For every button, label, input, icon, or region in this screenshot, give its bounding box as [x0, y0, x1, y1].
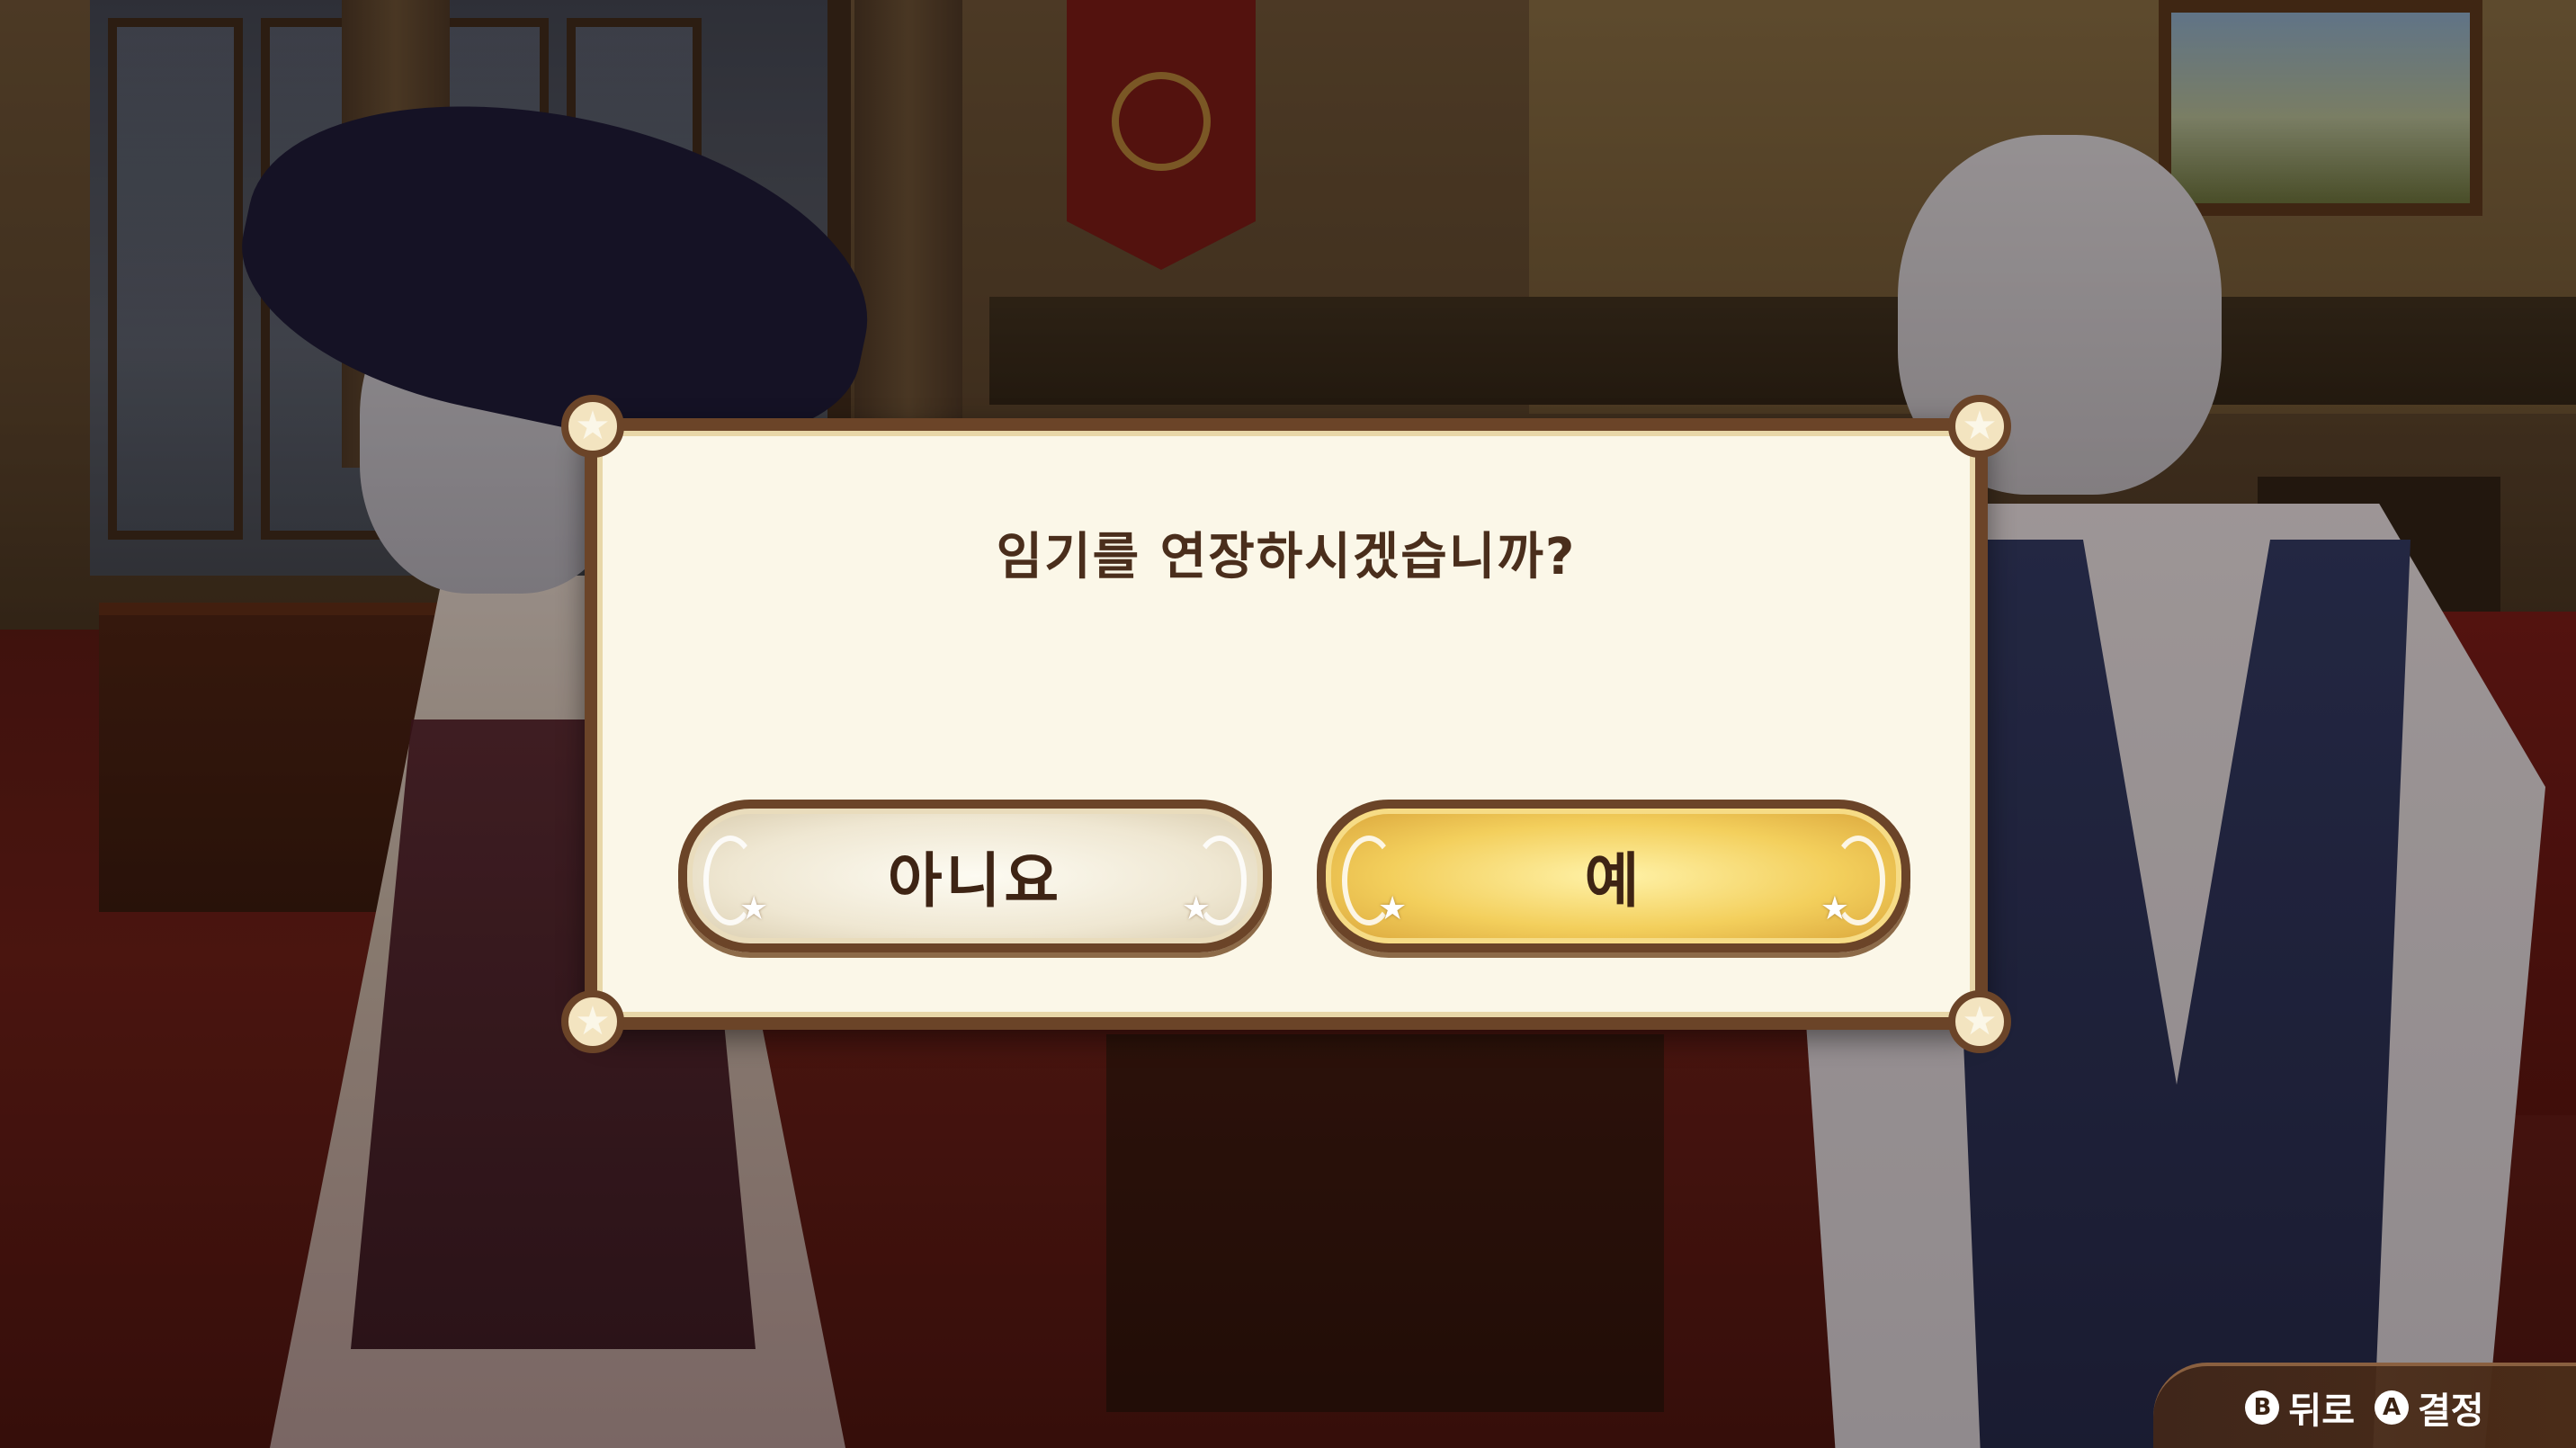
game-screen: ★ ★ ★ ★ 임기를 연장하시겠습니까? ★ ★ 아니요 ★ ★ 예 B 뒤로…: [0, 0, 2576, 1448]
dialog-question: 임기를 연장하시겠습니까?: [996, 528, 1577, 586]
confirm-hint[interactable]: A 결정: [2375, 1381, 2484, 1434]
star-icon: ★: [739, 890, 769, 927]
star-icon: ★: [1948, 990, 2011, 1053]
b-button-icon: B: [2245, 1390, 2280, 1425]
confirm-label: 결정: [2418, 1390, 2484, 1432]
star-icon: ★: [561, 395, 624, 458]
no-button[interactable]: ★ ★ 아니요: [678, 800, 1272, 952]
yes-button-label: 예: [1584, 846, 1643, 916]
star-icon: ★: [561, 990, 624, 1053]
star-icon: ★: [1948, 395, 2011, 458]
yes-button[interactable]: ★ ★ 예: [1317, 800, 1910, 952]
a-button-icon: A: [2375, 1390, 2409, 1425]
back-label: 뒤로: [2288, 1390, 2355, 1432]
control-hints: B 뒤로 A 결정: [2153, 1363, 2576, 1448]
confirm-dialog: ★ ★ ★ ★ 임기를 연장하시겠습니까? ★ ★ 아니요 ★ ★ 예: [561, 395, 2011, 1053]
star-icon: ★: [1820, 890, 1849, 927]
back-hint[interactable]: B 뒤로: [2245, 1381, 2355, 1434]
star-icon: ★: [1181, 890, 1211, 927]
no-button-label: 아니요: [887, 846, 1063, 916]
star-icon: ★: [1378, 890, 1408, 927]
